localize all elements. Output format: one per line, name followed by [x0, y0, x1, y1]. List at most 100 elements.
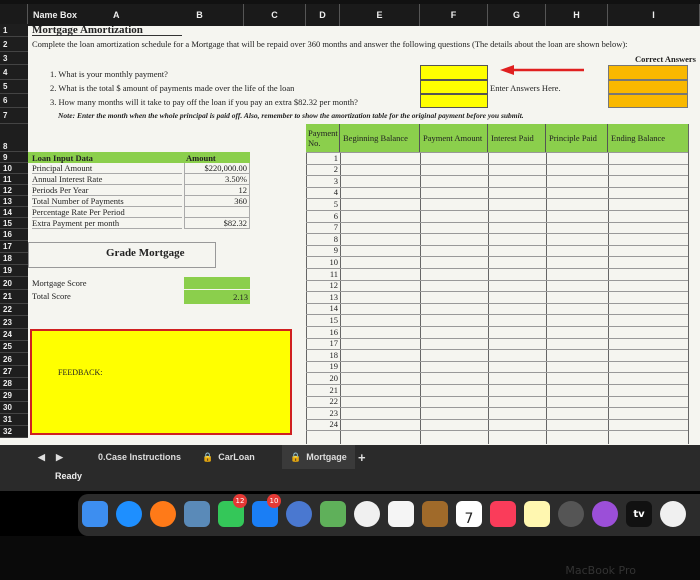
zoom-icon[interactable] [286, 501, 312, 527]
payment-number-cell[interactable]: 23 [306, 407, 339, 418]
column-header-c[interactable]: C [244, 4, 306, 26]
payment-number-cell[interactable]: 17 [306, 338, 339, 349]
loan-input-value[interactable]: $82.32 [184, 218, 250, 229]
photos-icon[interactable] [354, 501, 380, 527]
add-sheet-button[interactable]: + [358, 445, 366, 469]
column-header-d[interactable]: D [306, 4, 340, 26]
row-header[interactable]: 26 [0, 353, 28, 366]
loan-input-value[interactable]: 3.50% [184, 174, 250, 185]
payment-number-cell[interactable]: 1 [306, 152, 338, 163]
row-header[interactable]: 13 [0, 196, 28, 207]
row-header[interactable]: 5 [0, 80, 28, 94]
payment-number-cell[interactable]: 19 [306, 361, 339, 372]
row-header[interactable]: 16 [0, 229, 28, 241]
row-header[interactable]: 11 [0, 174, 28, 185]
payment-number-cell[interactable]: 9 [306, 245, 338, 256]
answer-input-1[interactable] [420, 65, 488, 80]
row-header[interactable]: 31 [0, 414, 28, 426]
payment-number-cell[interactable]: 15 [306, 314, 339, 325]
loan-input-value[interactable]: 360 [184, 196, 250, 207]
payment-number-cell[interactable]: 7 [306, 222, 338, 233]
payment-number-cell[interactable]: 3 [306, 175, 338, 186]
tab-scroll-right-icon[interactable]: ▶ [56, 445, 63, 469]
row-header[interactable]: 21 [0, 290, 28, 304]
loan-input-value[interactable]: 12 [184, 185, 250, 196]
row-header[interactable]: 9 [0, 152, 28, 163]
row-header[interactable]: 1 [0, 24, 28, 37]
row-header[interactable]: 20 [0, 277, 28, 290]
row-header[interactable]: 14 [0, 207, 28, 218]
payment-number-cell[interactable]: 16 [306, 326, 339, 337]
payment-number-cell[interactable]: 8 [306, 233, 338, 244]
row-header[interactable]: 24 [0, 329, 28, 341]
payment-number-cell[interactable]: 20 [306, 372, 339, 383]
payment-number-cell[interactable]: 5 [306, 198, 338, 209]
calendar-icon[interactable]: 7 [456, 501, 482, 527]
row-header[interactable]: 18 [0, 253, 28, 265]
news-icon[interactable] [660, 501, 686, 527]
row-header[interactable]: 2 [0, 37, 28, 52]
row-header[interactable]: 4 [0, 65, 28, 80]
stickies-icon[interactable] [524, 501, 550, 527]
row-header[interactable]: 30 [0, 402, 28, 414]
payment-number-cell[interactable]: 4 [306, 187, 338, 198]
row-header[interactable]: 32 [0, 426, 28, 438]
row-header[interactable]: 29 [0, 390, 28, 402]
firefox-icon[interactable] [150, 501, 176, 527]
notes-icon[interactable] [388, 501, 414, 527]
row-header[interactable]: 22 [0, 304, 28, 316]
tab-case-instructions[interactable]: 0.Case Instructions [98, 445, 181, 469]
books-icon[interactable] [422, 501, 448, 527]
music-icon[interactable] [490, 501, 516, 527]
payment-number-cell[interactable]: 18 [306, 349, 339, 360]
apple-tv-icon[interactable]: tv [626, 501, 652, 527]
payment-number-cell[interactable]: 21 [306, 384, 339, 395]
grid-line [306, 221, 688, 223]
payment-number-cell[interactable]: 10 [306, 256, 339, 267]
finder-icon[interactable] [82, 501, 108, 527]
row-header[interactable]: 12 [0, 185, 28, 196]
row-header[interactable]: 19 [0, 265, 28, 277]
column-header-i[interactable]: I [608, 4, 700, 26]
column-header-h[interactable]: H [546, 4, 608, 26]
column-header-f[interactable]: F [420, 4, 488, 26]
spreadsheet[interactable]: Name Box A B C D E F G H I 1 2 3 4 5 6 7 8 9 10 11… [0, 0, 700, 466]
payment-number-cell[interactable]: 2 [306, 164, 338, 175]
answer-input-2[interactable] [420, 80, 488, 94]
launchpad-icon[interactable] [558, 501, 584, 527]
podcasts-icon[interactable] [592, 501, 618, 527]
column-header-a[interactable]: A [113, 10, 120, 20]
answer-input-3[interactable] [420, 94, 488, 108]
row-header[interactable]: 3 [0, 52, 28, 65]
row-header[interactable]: 25 [0, 341, 28, 353]
row-header[interactable]: 15 [0, 218, 28, 229]
payment-number-cell[interactable]: 11 [306, 268, 338, 279]
row-header[interactable]: 17 [0, 241, 28, 253]
row-header[interactable]: 6 [0, 94, 28, 108]
row-header[interactable]: 10 [0, 163, 28, 174]
payment-number-cell[interactable]: 6 [306, 210, 338, 221]
select-all-corner[interactable] [0, 4, 28, 26]
payment-number-cell[interactable]: 12 [306, 280, 339, 291]
tab-carloan[interactable]: 🔒 CarLoan [202, 445, 255, 469]
mail-icon[interactable] [184, 501, 210, 527]
row-header[interactable]: 28 [0, 378, 28, 390]
safari-icon[interactable] [116, 501, 142, 527]
row-header[interactable]: 23 [0, 316, 28, 329]
column-header-g[interactable]: G [488, 4, 546, 26]
payment-number-cell[interactable]: 13 [306, 291, 339, 302]
loan-input-value[interactable] [184, 207, 250, 218]
tab-scroll-left-icon[interactable]: ◀ [38, 445, 45, 469]
payment-number-cell[interactable]: 24 [306, 419, 339, 430]
tab-mortgage[interactable]: 🔒 Mortgage [282, 445, 355, 469]
maps-icon[interactable] [320, 501, 346, 527]
row-header[interactable]: 7 [0, 108, 28, 124]
loan-input-value[interactable]: $220,000.00 [184, 163, 250, 174]
name-box[interactable]: Name Box A [28, 4, 156, 26]
column-header-e[interactable]: E [340, 4, 420, 26]
row-header[interactable]: 27 [0, 366, 28, 378]
column-header-b[interactable]: B [156, 4, 244, 26]
payment-number-cell[interactable]: 14 [306, 303, 339, 314]
row-header[interactable]: 8 [0, 124, 28, 152]
payment-number-cell[interactable]: 22 [306, 396, 339, 407]
